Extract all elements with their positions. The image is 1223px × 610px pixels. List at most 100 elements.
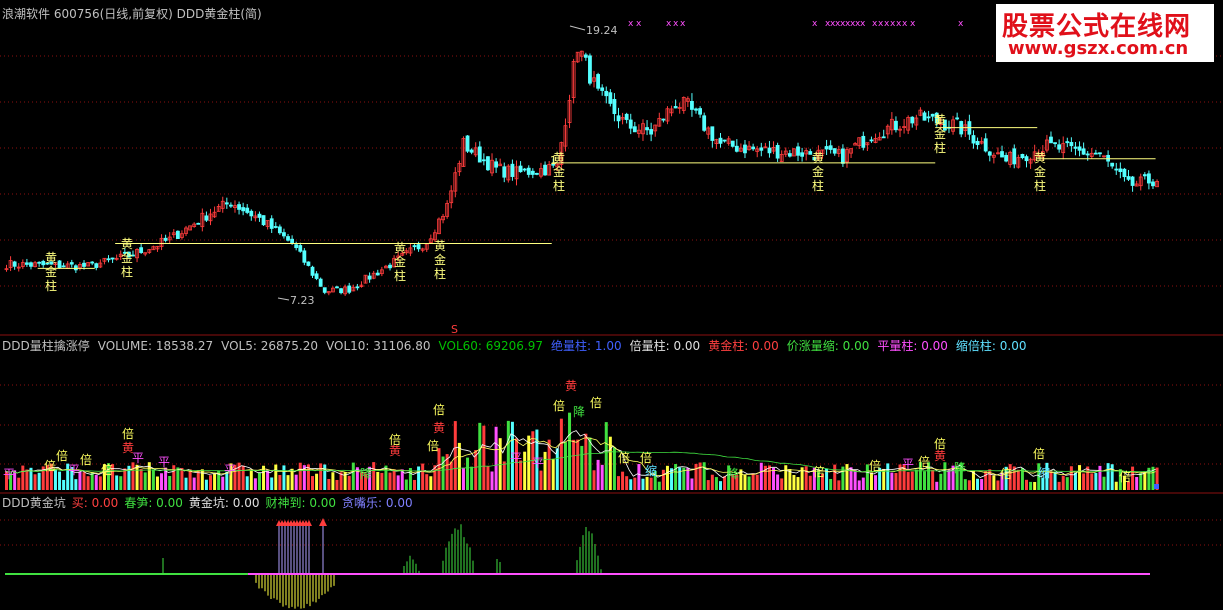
volume-bar: [209, 475, 212, 490]
volume-bar: [192, 477, 196, 490]
candle-body: [73, 265, 78, 271]
candle-body: [57, 260, 62, 269]
candle-body: [583, 54, 588, 58]
candle-body: [298, 245, 303, 252]
volume-bar: [327, 478, 331, 490]
volume-bar: [661, 469, 665, 490]
candle-body: [282, 232, 286, 237]
volume-bar: [278, 475, 282, 490]
candle-body: [526, 167, 531, 175]
volume-bar: [25, 469, 29, 490]
volume-bar: [1029, 481, 1033, 490]
volume-bar: [466, 457, 470, 490]
volume-bar: [555, 448, 559, 490]
volume-bar: [294, 474, 298, 490]
volume-bar: [857, 480, 861, 490]
volume-bar: [976, 478, 980, 490]
volume-bar: [678, 467, 682, 490]
s-marker: S: [451, 323, 458, 336]
golden-pillar-label: 黄: [434, 239, 446, 253]
golden-pillar-label: 金: [934, 126, 946, 141]
top-x-marker: x: [812, 19, 818, 29]
volume-bar: [641, 478, 645, 490]
volume-bar: [539, 470, 543, 490]
volume-bar: [1020, 468, 1024, 490]
volume-tag: 平: [3, 467, 15, 481]
volume-bar: [947, 469, 951, 490]
legend-item-1: VOLUME: 18538.27: [97, 339, 214, 353]
volume-bar: [992, 475, 996, 490]
volume-tag: 平: [510, 451, 522, 465]
candle-body: [286, 236, 290, 241]
golden-pillar-label: 金: [1034, 164, 1046, 179]
volume-bar: [1102, 476, 1106, 490]
volume-bar: [1143, 471, 1147, 490]
legend-item-10: 缩倍柱: 0.00: [955, 339, 1027, 353]
volume-bar: [1025, 479, 1028, 490]
volume-bar: [723, 476, 727, 490]
golden-pillar-label: 柱: [121, 264, 133, 279]
volume-bar: [576, 439, 580, 490]
volume-bar: [494, 426, 498, 490]
volume-bar: [139, 469, 143, 490]
top-x-marker: x: [673, 19, 679, 29]
pit-legend: DDD黄金坑 买: 0.00 春笋: 0.00 黄金坑: 0.00 财神到: 0.00 贪…: [2, 494, 419, 511]
top-x-marker: x: [860, 19, 866, 29]
candle-body: [347, 285, 352, 293]
golden-pillar-label: 金: [45, 264, 57, 279]
volume-bar: [837, 480, 841, 490]
volume-bar: [351, 462, 355, 490]
candle-body: [469, 149, 474, 153]
candle-body: [12, 261, 17, 267]
volume-bar: [861, 477, 865, 490]
golden-pillar-label: 柱: [553, 178, 565, 193]
volume-bar: [1098, 465, 1102, 490]
volume-bar: [188, 469, 192, 490]
golden-pillar-label: 柱: [1034, 178, 1046, 193]
volume-tag: 倍: [427, 438, 439, 453]
volume-bar: [914, 469, 918, 490]
volume-bar: [151, 469, 155, 490]
volume-bar: [894, 473, 898, 490]
volume-bar: [923, 471, 926, 490]
candle-body: [698, 108, 702, 115]
volume-bar: [388, 472, 392, 490]
volume-bar: [241, 465, 245, 490]
volume-bar: [869, 472, 873, 490]
candle-body: [718, 137, 723, 144]
marker-label: 1: [550, 154, 557, 167]
candle-body: [1110, 162, 1115, 167]
volume-bar: [710, 474, 714, 490]
volume-bar: [657, 481, 661, 490]
volume-bar: [980, 479, 984, 490]
golden-pillar-label: 柱: [934, 140, 946, 155]
volume-tag: 平: [68, 463, 80, 477]
candle-body: [294, 244, 299, 249]
volume-bar: [461, 467, 465, 490]
high-label: 19.24: [586, 24, 618, 37]
volume-bar: [253, 478, 257, 490]
volume-bar: [425, 474, 429, 490]
volume-bar: [612, 447, 616, 490]
candle-body: [1151, 181, 1155, 187]
candle-body: [612, 99, 617, 115]
candle-body: [290, 238, 295, 244]
candle-body: [796, 146, 800, 156]
candle-body: [955, 117, 960, 120]
volume-bar: [380, 472, 384, 490]
volume-tag: 平: [532, 456, 544, 470]
legend-item-5: 贪嘴乐: 0.00: [342, 496, 413, 510]
top-x-marker: x: [628, 19, 634, 29]
candle-body: [881, 136, 886, 139]
candle-body: [175, 230, 180, 239]
volume-bar: [286, 475, 290, 490]
candle-body: [1057, 144, 1062, 150]
candle-body: [477, 146, 482, 163]
legend-item-4: 财神到: 0.00: [265, 496, 337, 510]
candle-body: [355, 286, 360, 289]
candle-body: [767, 147, 772, 154]
volume-bar: [74, 479, 78, 490]
volume-bar: [17, 477, 21, 490]
volume-bar: [1073, 472, 1077, 490]
candle-body: [894, 120, 898, 131]
